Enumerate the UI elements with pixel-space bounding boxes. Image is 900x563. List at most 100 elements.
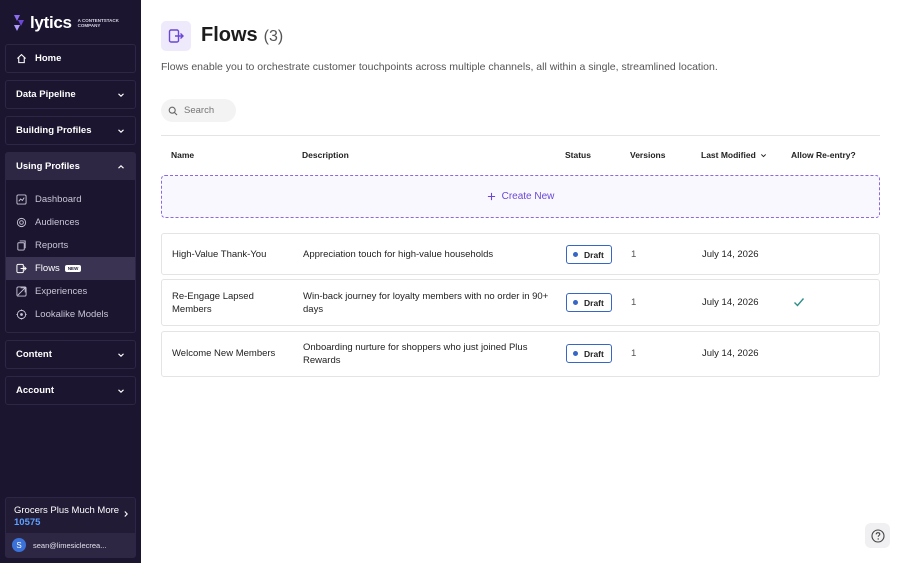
sidebar-section-label: Using Profiles — [16, 161, 80, 172]
sidebar: lytics A CONTENTSTACK COMPANY Home Data … — [0, 0, 141, 563]
dashboard-icon — [16, 194, 27, 205]
flow-description-line: Onboarding nurture for shoppers who just… — [303, 342, 528, 353]
brand-logo[interactable]: lytics A CONTENTSTACK COMPANY — [12, 12, 122, 34]
chevron-down-icon — [118, 352, 124, 357]
brand-tagline: A CONTENTSTACK COMPANY — [77, 18, 119, 28]
sidebar-section-using-profiles: Using Profiles Dashboard Audiences Repor… — [5, 152, 136, 333]
experiences-icon — [16, 286, 27, 297]
search-input[interactable] — [184, 105, 232, 116]
flows-icon — [168, 29, 184, 43]
sidebar-item-label: Home — [35, 53, 62, 64]
flow-name-line: Members — [172, 303, 212, 315]
search-box[interactable] — [161, 99, 236, 122]
sidebar-item-reports[interactable]: Reports — [6, 234, 135, 257]
page-description: Flows enable you to orchestrate customer… — [161, 61, 718, 73]
sidebar-item-label: Experiences — [35, 286, 88, 297]
column-header-last-modified[interactable]: Last Modified — [701, 150, 767, 160]
column-header-name[interactable]: Name — [171, 150, 194, 160]
status-label: Draft — [584, 249, 604, 260]
flow-name-line: Welcome New Members — [172, 348, 276, 359]
help-button[interactable] — [865, 523, 890, 548]
main-content: Flows (3) Flows enable you to orchestrat… — [141, 0, 900, 563]
lytics-logo-icon — [14, 15, 24, 31]
sidebar-item-dashboard[interactable]: Dashboard — [6, 188, 135, 211]
status-dot — [573, 351, 578, 356]
chevron-up-icon — [118, 164, 124, 169]
page-title-text: Flows — [201, 24, 258, 46]
status-badge: Draft — [566, 293, 612, 312]
status-label: Draft — [584, 348, 604, 359]
sidebar-section-label: Building Profiles — [16, 125, 92, 136]
create-new-button[interactable]: Create New — [161, 175, 880, 218]
sidebar-item-label: Dashboard — [35, 194, 82, 205]
brand-name: lytics — [30, 13, 72, 32]
chevron-down-icon — [118, 128, 124, 133]
account-id: 10575 — [14, 517, 41, 528]
sidebar-section-content[interactable]: Content — [5, 340, 136, 369]
status-dot — [573, 300, 578, 305]
flow-description: Win-back journey for loyalty members wit… — [303, 291, 548, 316]
flow-last-modified: July 14, 2026 — [702, 249, 759, 260]
account-switcher[interactable]: Grocers Plus Much More 10575 S sean@lime… — [5, 497, 136, 558]
page-title: Flows (3) — [201, 24, 283, 47]
flow-description: Onboarding nurture for shoppers who just… — [303, 342, 527, 367]
sidebar-item-flows[interactable]: Flows NEW — [6, 257, 135, 280]
search-icon — [168, 106, 178, 115]
sidebar-section-data-pipeline[interactable]: Data Pipeline — [5, 80, 136, 109]
column-header-label: Last Modified — [701, 150, 756, 160]
flow-versions: 1 — [631, 297, 637, 308]
plus-icon — [487, 192, 495, 201]
flow-versions: 1 — [631, 348, 637, 359]
sidebar-item-label: Reports — [35, 240, 69, 251]
flow-description-line: Rewards — [303, 354, 341, 366]
sidebar-item-home[interactable]: Home — [5, 44, 136, 73]
flow-name[interactable]: Welcome New Members — [172, 348, 275, 361]
chevron-right-icon — [124, 511, 128, 517]
table-row[interactable]: High-Value Thank-You Appreciation touch … — [161, 233, 880, 275]
chevron-down-icon — [118, 388, 124, 393]
help-icon — [870, 528, 885, 543]
column-header-description[interactable]: Description — [302, 150, 349, 160]
flows-page-icon — [161, 21, 191, 51]
table-divider — [161, 135, 880, 136]
flow-description-line: days — [303, 303, 324, 315]
flows-icon — [16, 263, 27, 274]
flow-name[interactable]: Re-Engage Lapsed Members — [172, 291, 254, 316]
sidebar-section-account[interactable]: Account — [5, 376, 136, 405]
avatar: S — [12, 538, 26, 552]
user-menu[interactable]: S sean@limesiclecrea... — [6, 533, 135, 557]
flow-last-modified: July 14, 2026 — [702, 348, 759, 359]
sidebar-item-audiences[interactable]: Audiences — [6, 211, 135, 234]
check-icon — [794, 298, 805, 307]
column-header-status[interactable]: Status — [565, 150, 591, 160]
table-row[interactable]: Re-Engage Lapsed Members Win-back journe… — [161, 279, 880, 326]
new-badge: NEW — [64, 265, 82, 272]
table-row[interactable]: Welcome New Members Onboarding nurture f… — [161, 331, 880, 377]
sidebar-section-building-profiles[interactable]: Building Profiles — [5, 116, 136, 145]
sidebar-section-toggle[interactable]: Using Profiles — [6, 153, 135, 180]
flow-name[interactable]: High-Value Thank-You — [172, 249, 266, 262]
sidebar-item-lookalike-models[interactable]: Lookalike Models — [6, 303, 135, 326]
account-name: Grocers Plus Much More — [14, 505, 120, 516]
table-header: Name Description Status Versions Last Mo… — [161, 146, 880, 164]
status-badge: Draft — [566, 245, 612, 264]
flow-name-line: High-Value Thank-You — [172, 249, 267, 260]
column-header-versions[interactable]: Versions — [630, 150, 665, 160]
status-label: Draft — [584, 297, 604, 308]
flow-versions: 1 — [631, 249, 637, 260]
chevron-down-icon — [118, 92, 124, 97]
flow-description-line: Appreciation touch for high-value househ… — [303, 249, 494, 260]
user-email: sean@limesiclecrea... — [33, 540, 107, 550]
flow-description: Appreciation touch for high-value househ… — [303, 249, 493, 262]
column-header-reentry[interactable]: Allow Re-entry? — [791, 150, 856, 160]
lookalike-icon — [16, 309, 27, 320]
audiences-icon — [16, 217, 27, 228]
page-count: (3) — [263, 28, 284, 45]
sidebar-item-experiences[interactable]: Experiences — [6, 280, 135, 303]
reports-icon — [17, 240, 26, 251]
sidebar-section-label: Content — [16, 349, 52, 360]
sort-descending-icon — [760, 154, 766, 158]
sidebar-item-label: Flows — [35, 263, 60, 274]
status-dot — [573, 252, 578, 257]
sidebar-section-label: Data Pipeline — [16, 89, 76, 100]
